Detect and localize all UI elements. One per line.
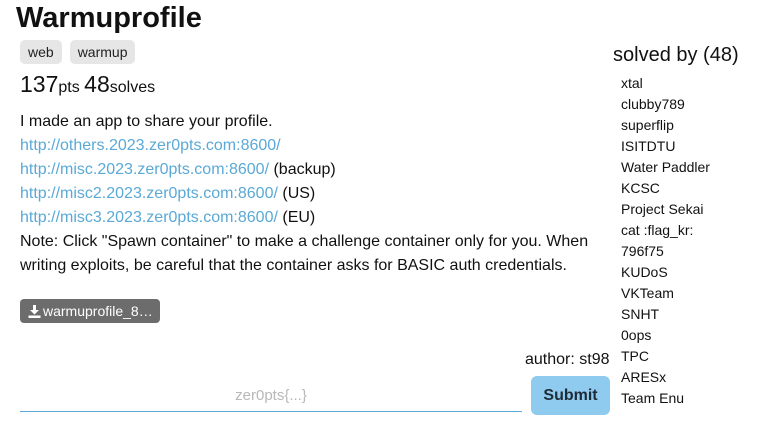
link-others[interactable]: http://others.2023.zer0pts.com:8600/ [20,137,281,154]
solver-item: ISITDTU [621,138,676,154]
link-line-others: http://others.2023.zer0pts.com:8600/ [20,134,600,158]
solver-item: Team Enu [621,390,685,406]
attachment-download-button[interactable]: warmuprofile_8… [20,299,160,323]
points-value: 137 [20,71,59,97]
solver-item: SNHT [621,306,660,322]
solver-item: xtal [621,75,643,91]
author-credit: author: st98 [525,351,610,368]
solver-item: KCSC [621,180,660,196]
description-intro: I made an app to share your profile. [20,113,273,130]
solved-by-header: solved by (48) [613,44,739,66]
description-note: Note: Click "Spawn container" to make a … [20,233,589,274]
link-note-us: (US) [282,185,316,202]
link-line-misc: http://misc.2023.zer0pts.com:8600/ (back… [20,158,600,182]
link-note-backup: (backup) [273,161,336,178]
link-misc2[interactable]: http://misc2.2023.zer0pts.com:8600/ [20,185,278,202]
solver-item: RCCC Team 2 [621,409,781,413]
submit-button[interactable]: Submit [531,376,610,415]
link-line-misc2: http://misc2.2023.zer0pts.com:8600/ (US) [20,182,600,206]
solver-item: clubby789 [621,96,685,112]
solver-item: Project Sekai [621,201,704,217]
link-misc[interactable]: http://misc.2023.zer0pts.com:8600/ [20,161,269,178]
solver-item: Water Paddler [621,159,710,175]
link-note-eu: (EU) [282,209,316,226]
tag-list: web warmup [20,40,136,64]
flag-input[interactable] [20,380,522,412]
challenge-page: Warmuprofile web warmup 137pts 48solves … [0,0,783,421]
solver-item: cat :flag_kr: [621,222,694,238]
solver-list: xtal clubby789 superflip ISITDTU Water Paddl… [621,73,781,413]
download-icon [28,304,41,318]
score-line: 137pts 48solves [20,71,155,98]
solver-item: superflip [621,117,674,133]
solver-item: 0ops [621,327,652,343]
solver-item: ARESx [621,369,667,385]
tag-web: web [20,40,62,64]
solver-item: 796f75 [621,243,664,259]
challenge-title: Warmuprofile [16,2,202,34]
solver-item: VKTeam [621,285,674,301]
attachment-label: warmuprofile_8… [43,303,153,319]
solves-value: 48 [84,71,110,97]
link-line-misc3: http://misc3.2023.zer0pts.com:8600/ (EU) [20,206,600,230]
challenge-description: I made an app to share your profile. htt… [20,110,600,278]
solver-item: KUDoS [621,264,668,280]
tag-warmup: warmup [69,40,136,64]
solves-unit: solves [109,79,156,96]
points-unit: pts [58,79,80,96]
link-misc3[interactable]: http://misc3.2023.zer0pts.com:8600/ [20,209,278,226]
solver-item: TPC [621,348,649,364]
